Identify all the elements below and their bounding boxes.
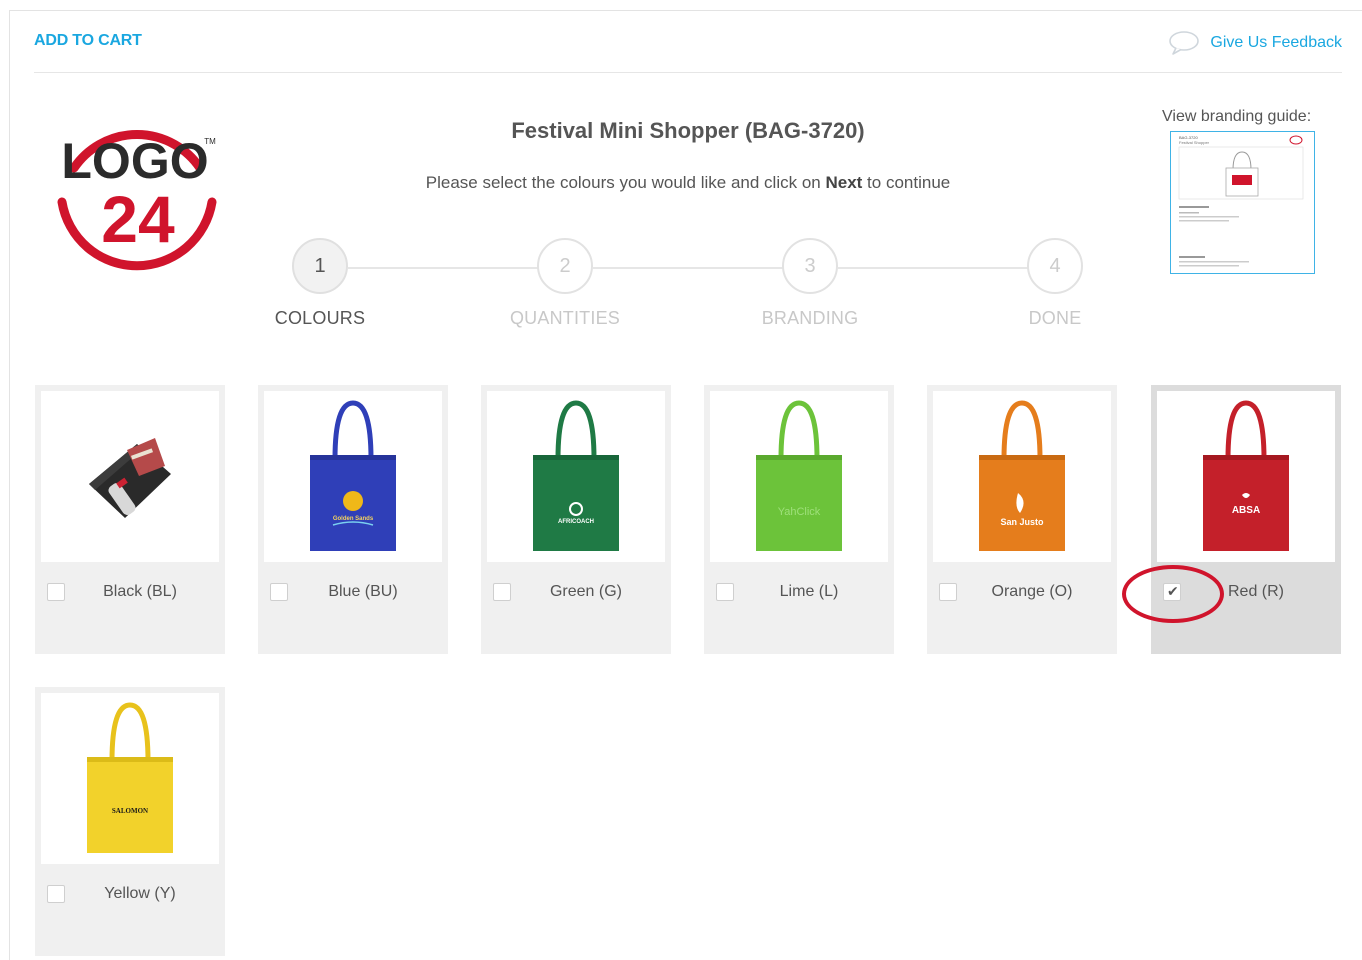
colour-checkbox[interactable] (493, 583, 511, 601)
colour-card-blue[interactable]: Golden Sands Blue (BU) (258, 385, 448, 654)
print-text: AFRICOACH (558, 519, 594, 525)
product-image-lime: YahClick (710, 391, 888, 562)
print-text: SALOMON (112, 807, 148, 815)
colour-checkbox[interactable] (47, 583, 65, 601)
print-text: YahClick (778, 506, 821, 518)
colour-card-red[interactable]: ABSA ✔ Red (R) (1151, 385, 1341, 654)
header-divider (34, 72, 1342, 73)
colour-checkbox[interactable] (716, 583, 734, 601)
checkmark-icon: ✔ (1167, 583, 1179, 599)
product-image-orange: San Justo (933, 391, 1111, 562)
instructions-text-end: to continue (862, 173, 951, 192)
colour-label: Lime (L) (779, 583, 839, 600)
colour-label: Black (BL) (103, 583, 177, 600)
product-image-blue: Golden Sands (264, 391, 442, 562)
guide-doc-name: Festival Shopper (1179, 140, 1210, 145)
colour-label: Blue (BU) (328, 583, 398, 600)
colour-card-black[interactable]: Black (BL) (35, 385, 225, 654)
instructions: Please select the colours you would like… (0, 173, 1362, 193)
colour-card-lime[interactable]: YahClick Lime (L) (704, 385, 894, 654)
step-label: DONE (1028, 308, 1082, 328)
colour-label: Green (G) (549, 583, 622, 600)
step-colours: 1 COLOURS (250, 238, 390, 329)
add-to-cart-heading: ADD TO CART (34, 32, 142, 49)
step-number: 3 (782, 238, 838, 294)
colour-checkbox[interactable] (47, 885, 65, 903)
product-title: Festival Mini Shopper (BAG-3720) (511, 118, 865, 143)
feedback-label: Give Us Feedback (1210, 34, 1342, 51)
step-quantities: 2 QUANTITIES (495, 238, 635, 329)
feedback-link[interactable]: Give Us Feedback (1168, 30, 1342, 56)
colour-card-yellow[interactable]: SALOMON Yellow (Y) (35, 687, 225, 956)
logo-number: 24 (101, 182, 175, 256)
colour-card-green[interactable]: AFRICOACH Green (G) (481, 385, 671, 654)
progress-steps: 1 COLOURS 2 QUANTITIES 3 BRANDING 4 DONE (250, 238, 1130, 338)
product-image-red: ABSA (1157, 391, 1335, 562)
step-number: 1 (292, 238, 348, 294)
top-bar: ADD TO CART Give Us Feedback (34, 31, 1342, 55)
speech-bubble-icon (1168, 30, 1200, 56)
print-text: ABSA (1232, 505, 1260, 516)
colour-label: Orange (O) (991, 583, 1073, 600)
colour-card-orange[interactable]: San Justo Orange (O) (927, 385, 1117, 654)
instructions-next-keyword: Next (825, 173, 863, 192)
instructions-text-start: Please select the colours you would like… (425, 173, 826, 192)
colour-checkbox-checked[interactable]: ✔ (1163, 583, 1181, 601)
branding-guide-label: View branding guide: (1162, 108, 1312, 125)
product-image-green: AFRICOACH (487, 391, 665, 562)
product-image-black (41, 391, 219, 562)
step-label: BRANDING (761, 308, 859, 328)
print-text: Golden Sands (333, 516, 374, 522)
colour-checkbox[interactable] (270, 583, 288, 601)
step-done: 4 DONE (985, 238, 1125, 329)
branding-guide-thumbnail[interactable]: BAG-3720 Festival Shopper (1170, 131, 1315, 274)
step-number: 2 (537, 238, 593, 294)
colour-label: Red (R) (1227, 583, 1284, 600)
print-text: San Justo (1000, 517, 1044, 527)
colour-checkbox[interactable] (939, 583, 957, 601)
step-label: COLOURS (274, 308, 366, 328)
step-branding: 3 BRANDING (740, 238, 880, 329)
branding-guide: View branding guide: BAG-3720 Festival S… (1162, 108, 1322, 274)
step-label: QUANTITIES (509, 308, 620, 328)
product-image-yellow: SALOMON (41, 693, 219, 864)
step-number: 4 (1027, 238, 1083, 294)
colour-label: Yellow (Y) (104, 885, 176, 902)
